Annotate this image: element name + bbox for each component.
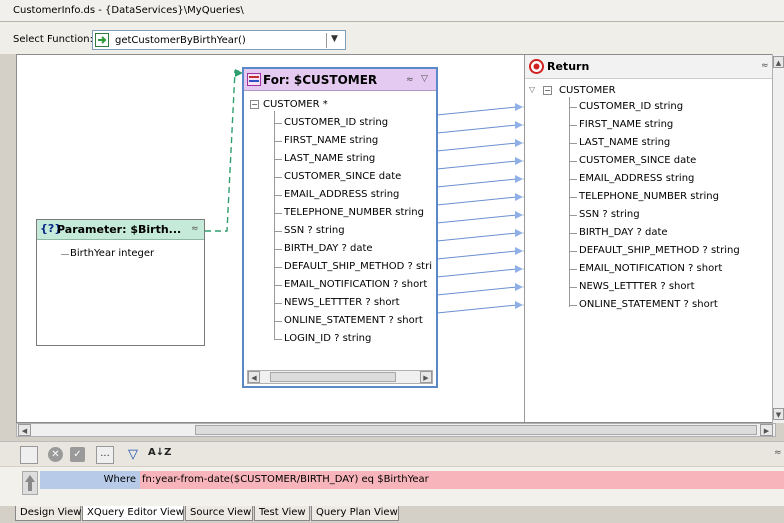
select-function-label: Select Function: — [13, 34, 93, 45]
return-field[interactable]: NEWS_LETTTER ? short — [579, 281, 695, 292]
return-field[interactable]: CUSTOMER_ID string — [579, 101, 683, 112]
collapse-tree-icon[interactable]: − — [250, 100, 259, 109]
filter-icon[interactable]: ▽ — [128, 447, 138, 462]
for-field[interactable]: EMAIL_ADDRESS string — [284, 189, 399, 200]
function-icon — [95, 33, 109, 47]
for-field[interactable]: LOGIN_ID ? string — [284, 333, 371, 344]
function-selector-row: Select Function: getCustomerByBirthYear(… — [0, 22, 784, 54]
return-field[interactable]: LAST_NAME string — [579, 137, 670, 148]
return-field[interactable]: CUSTOMER_SINCE date — [579, 155, 696, 166]
function-select-value: getCustomerByBirthYear() — [115, 35, 246, 46]
mapping-arrow-icon — [515, 211, 523, 219]
for-horizontal-scrollbar[interactable]: ◀ ▶ — [247, 370, 433, 384]
tab-xquery-editor-view[interactable]: XQuery Editor View — [82, 506, 184, 521]
tab-design-view[interactable]: Design View — [15, 506, 81, 521]
mapping-arrow-icon — [515, 229, 523, 237]
where-label: Where — [103, 474, 136, 485]
collapse-icon[interactable]: ≈ — [761, 61, 769, 71]
return-root-node[interactable]: CUSTOMER — [559, 85, 616, 96]
for-field[interactable]: FIRST_NAME string — [284, 135, 378, 146]
return-panel[interactable]: Return ≈ ▽ − CUSTOMER CUSTOMER_ID string… — [524, 55, 775, 422]
for-box[interactable]: For: $CUSTOMER ≈ ▽ − CUSTOMER * CUSTOMER… — [242, 67, 438, 388]
window-title: CustomerInfo.ds - {DataServices}\MyQueri… — [0, 0, 784, 22]
collapse-tree-icon[interactable]: − — [543, 86, 552, 95]
where-expression-cell[interactable]: fn:year-from-date($CUSTOMER/BIRTH_DAY) e… — [140, 471, 784, 489]
return-field[interactable]: FIRST_NAME string — [579, 119, 673, 130]
return-target-icon — [529, 59, 544, 74]
mapping-arrow-icon — [515, 301, 523, 309]
ellipsis-button[interactable]: ... — [96, 446, 114, 464]
canvas-vertical-scrollbar[interactable]: ▲ ▼ — [772, 54, 784, 423]
for-field[interactable]: LAST_NAME string — [284, 153, 375, 164]
scroll-left-icon[interactable]: ◀ — [18, 424, 31, 436]
return-header[interactable]: Return ≈ — [525, 55, 775, 79]
for-field[interactable]: CUSTOMER_SINCE date — [284, 171, 401, 182]
mapping-arrow-icon — [515, 265, 523, 273]
move-up-icon[interactable] — [22, 471, 38, 495]
for-title: For: $CUSTOMER — [263, 73, 378, 87]
return-title: Return — [547, 60, 590, 73]
for-field[interactable]: CUSTOMER_ID string — [284, 117, 388, 128]
mapping-arrow-icon — [515, 139, 523, 147]
mapping-arrow-icon — [515, 121, 523, 129]
query-canvas[interactable]: {?} Parameter: $Birth... ≈ BirthYear int… — [16, 54, 776, 423]
parameter-field[interactable]: BirthYear integer — [70, 248, 154, 259]
tab-test-view[interactable]: Test View — [254, 506, 310, 521]
blank-button[interactable] — [20, 446, 38, 464]
canvas-horizontal-scrollbar[interactable]: ◀ ▶ — [16, 423, 776, 437]
mapping-arrow-icon — [515, 283, 523, 291]
for-field[interactable]: DEFAULT_SHIP_METHOD ? stri — [284, 261, 432, 272]
collapse-icon[interactable]: ≈ — [191, 224, 199, 234]
return-field[interactable]: EMAIL_ADDRESS string — [579, 173, 694, 184]
return-field[interactable]: DEFAULT_SHIP_METHOD ? string — [579, 245, 740, 256]
clause-toolbar: ✕ ✓ ... ▽ A↓Z ≈ — [0, 441, 784, 466]
collapse-panel-icon[interactable]: ≈ — [774, 448, 782, 458]
scroll-right-icon[interactable]: ▶ — [420, 371, 432, 383]
for-field[interactable]: BIRTH_DAY ? date — [284, 243, 373, 254]
scroll-right-icon[interactable]: ▶ — [760, 424, 773, 436]
tab-source-view[interactable]: Source View — [185, 506, 253, 521]
parameter-link — [205, 70, 239, 232]
scroll-thumb[interactable] — [270, 372, 396, 382]
check-icon[interactable]: ✓ — [70, 447, 85, 462]
parameter-title: Parameter: $Birth... — [57, 223, 182, 236]
return-field[interactable]: TELEPHONE_NUMBER string — [579, 191, 719, 202]
parameter-header[interactable]: {?} Parameter: $Birth... ≈ — [37, 220, 204, 240]
mapping-arrow-icon — [515, 157, 523, 165]
return-field[interactable]: SSN ? string — [579, 209, 640, 220]
mapping-arrow-icon — [515, 247, 523, 255]
scroll-down-icon[interactable]: ▼ — [773, 408, 784, 420]
where-expression[interactable]: fn:year-from-date($CUSTOMER/BIRTH_DAY) e… — [142, 474, 429, 485]
collapse-icon[interactable]: ≈ — [406, 75, 414, 85]
scroll-left-icon[interactable]: ◀ — [248, 371, 260, 383]
return-field[interactable]: BIRTH_DAY ? date — [579, 227, 668, 238]
where-label-cell: Where — [40, 471, 140, 489]
view-tabs: Design View XQuery Editor View Source View… — [0, 506, 784, 523]
for-icon — [247, 73, 261, 86]
chevron-down-icon[interactable]: ▼ — [331, 34, 338, 44]
function-select[interactable]: getCustomerByBirthYear() ▼ — [92, 30, 346, 50]
sort-az-icon[interactable]: A↓Z — [148, 447, 171, 458]
for-root-node[interactable]: CUSTOMER * — [263, 99, 328, 110]
mapping-arrow-icon — [515, 175, 523, 183]
scroll-up-icon[interactable]: ▲ — [773, 56, 784, 68]
filter-toggle-icon[interactable]: ▽ — [421, 74, 428, 84]
mapping-arrow-icon — [515, 193, 523, 201]
mapping-arrow-icon — [515, 103, 523, 111]
filter-small-icon[interactable]: ▽ — [529, 85, 535, 94]
delete-icon[interactable]: ✕ — [48, 447, 63, 462]
return-field[interactable]: ONLINE_STATEMENT ? short — [579, 299, 718, 310]
for-field[interactable]: ONLINE_STATEMENT ? short — [284, 315, 423, 326]
where-clause-row: Where fn:year-from-date($CUSTOMER/BIRTH_… — [0, 467, 784, 507]
scroll-thumb[interactable] — [195, 425, 757, 435]
for-field[interactable]: TELEPHONE_NUMBER string — [284, 207, 424, 218]
for-field[interactable]: SSN ? string — [284, 225, 345, 236]
for-header[interactable]: For: $CUSTOMER ≈ ▽ — [244, 69, 436, 91]
return-field[interactable]: EMAIL_NOTIFICATION ? short — [579, 263, 722, 274]
tab-query-plan-view[interactable]: Query Plan View — [311, 506, 399, 521]
for-field[interactable]: NEWS_LETTTER ? short — [284, 297, 400, 308]
parameter-box[interactable]: {?} Parameter: $Birth... ≈ BirthYear int… — [36, 219, 205, 346]
for-field[interactable]: EMAIL_NOTIFICATION ? short — [284, 279, 427, 290]
